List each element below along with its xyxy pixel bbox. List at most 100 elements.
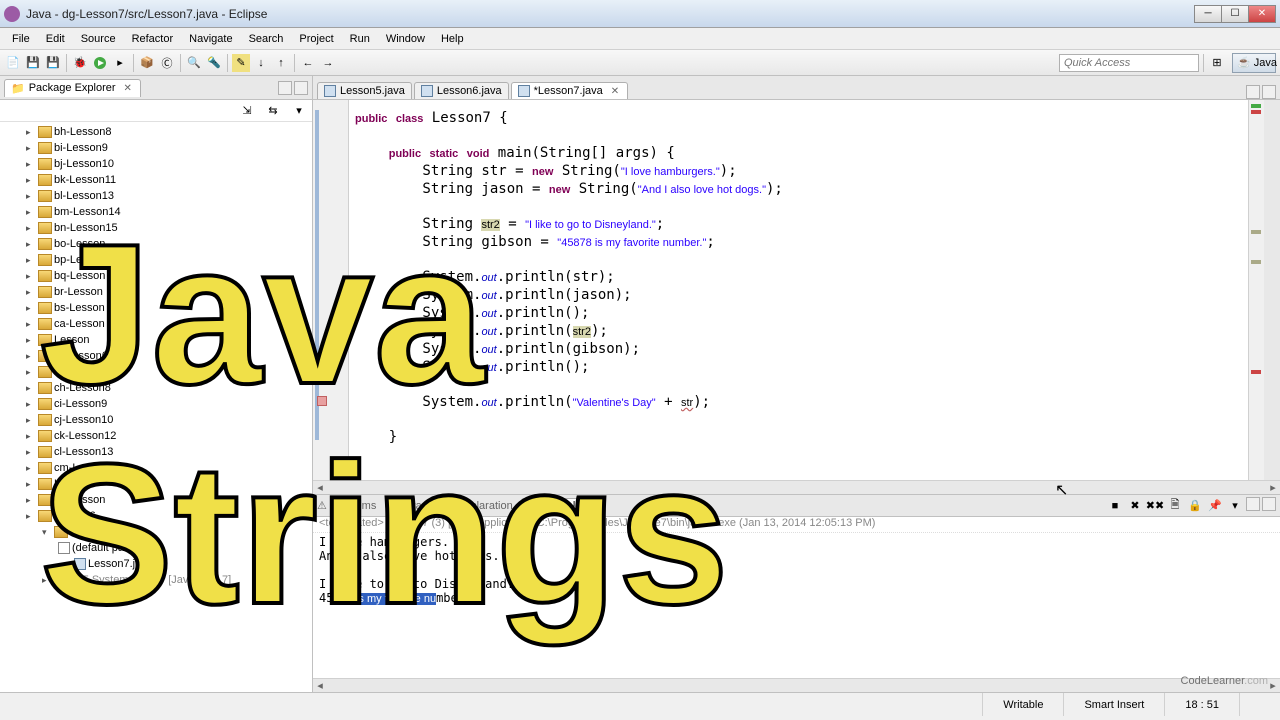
close-view-icon[interactable]: ✕ [124,83,134,94]
menu-project[interactable]: Project [291,31,341,47]
save-all-button[interactable]: 💾 [44,54,62,72]
run-last-button[interactable]: ▸ [111,54,129,72]
project-item[interactable]: Lesson [2,332,310,348]
code-editor[interactable]: public class Lesson7 { public static voi… [313,100,1280,480]
maximize-editor-button[interactable] [1262,85,1276,99]
editor-vscrollbar[interactable] [1264,100,1280,480]
run-button[interactable] [91,54,109,72]
package-item[interactable]: (default package) [2,540,310,556]
menu-search[interactable]: Search [241,31,292,47]
console-output[interactable]: I love hamburgers. And I also love hot d… [313,533,1280,678]
error-marker-icon[interactable] [317,396,327,406]
project-item[interactable]: bs-Lesson [2,300,310,316]
project-item[interactable]: bo-Lesson [2,236,310,252]
declaration-tab[interactable]: ◌Declaration [448,500,513,512]
project-item[interactable]: cm-Lesson [2,460,310,476]
java-file-item[interactable]: Lesson7.java [2,556,310,572]
menu-window[interactable]: Window [378,31,433,47]
console-tab[interactable]: ▣Console✕ [521,498,606,514]
src-folder[interactable]: src [2,524,310,540]
project-item[interactable]: Lesson [2,476,310,492]
package-explorer-title: Package Explorer [29,82,116,94]
project-item[interactable]: bh-Lesson8 [2,124,310,140]
project-item[interactable]: bm-Lesson14 [2,204,310,220]
menu-refactor[interactable]: Refactor [124,31,182,47]
package-explorer-tab[interactable]: 📁 Package Explorer ✕ [4,79,141,97]
open-type-button[interactable]: 🔍 [185,54,203,72]
maximize-console-button[interactable] [1262,497,1276,511]
package-tree[interactable]: bh-Lesson8 bi-Lesson9 bj-Lesson10 bk-Les… [0,122,312,692]
menu-source[interactable]: Source [73,31,124,47]
project-item[interactable]: bi-Lesson9 [2,140,310,156]
close-button[interactable]: ✕ [1248,5,1276,23]
save-button[interactable]: 💾 [24,54,42,72]
quick-access-input[interactable] [1059,54,1199,72]
pin-console-button[interactable]: 📌 [1206,497,1224,515]
project-item[interactable]: de-Lesson [2,492,310,508]
jre-library-item[interactable]: JRE System Library [JavaSE-1.7] [2,572,310,588]
project-item[interactable]: cf-Lesson6 [2,348,310,364]
remove-all-button[interactable]: ✖✖ [1146,497,1164,515]
overview-ruler[interactable] [1248,100,1264,480]
project-item[interactable]: Lesson6 [2,508,310,524]
project-item[interactable]: bn-Lesson15 [2,220,310,236]
problems-tab[interactable]: ⚠Problems [317,499,376,512]
new-class-button[interactable]: Ⓒ [158,54,176,72]
close-console-icon[interactable]: ✕ [588,501,598,512]
javadoc-tab[interactable]: @Javadoc [384,500,439,512]
maximize-button[interactable]: ☐ [1221,5,1249,23]
editor-tab-lesson7[interactable]: *Lesson7.java✕ [511,82,628,99]
next-annotation-button[interactable]: ↓ [252,54,270,72]
menu-help[interactable]: Help [433,31,472,47]
clear-console-button[interactable]: 🗎 [1166,497,1184,515]
menu-edit[interactable]: Edit [38,31,73,47]
back-button[interactable]: ← [299,54,317,72]
project-item[interactable]: bj-Lesson10 [2,156,310,172]
project-item[interactable]: cj-Lesson10 [2,412,310,428]
project-item[interactable]: ck-Lesson12 [2,428,310,444]
new-button[interactable]: 📄 [4,54,22,72]
menu-run[interactable]: Run [342,31,378,47]
collapse-all-button[interactable]: ⇲ [238,102,256,120]
project-item[interactable]: ch-Lesson8 [2,380,310,396]
project-item[interactable]: bl-Lesson13 [2,188,310,204]
java-perspective-button[interactable]: ☕ Java [1232,53,1276,73]
folder-icon [38,462,52,474]
editor-tab-lesson5[interactable]: Lesson5.java [317,82,412,99]
terminate-button[interactable]: ■ [1106,497,1124,515]
close-tab-icon[interactable]: ✕ [611,86,621,97]
project-item[interactable]: cl-Lesson13 [2,444,310,460]
forward-button[interactable]: → [319,54,337,72]
remove-launch-button[interactable]: ✖ [1126,497,1144,515]
minimize-console-button[interactable] [1246,497,1260,511]
menu-file[interactable]: File [4,31,38,47]
minimize-button[interactable]: ─ [1194,5,1222,23]
project-item[interactable]: cg-Lesson7 [2,364,310,380]
prev-annotation-button[interactable]: ↑ [272,54,290,72]
console-hscrollbar[interactable]: ◂▸ [313,678,1280,692]
menu-navigate[interactable]: Navigate [181,31,240,47]
view-menu-button[interactable]: ▾ [290,102,308,120]
project-item[interactable]: bk-Lesson11 [2,172,310,188]
editor-hscrollbar[interactable]: ◂▸ [313,480,1280,494]
problems-icon: ⚠ [317,499,327,512]
project-item[interactable]: ca-Lesson [2,316,310,332]
scroll-lock-button[interactable]: 🔒 [1186,497,1204,515]
project-item[interactable]: bp-Lesson [2,252,310,268]
editor-tab-lesson6[interactable]: Lesson6.java [414,82,509,99]
project-item[interactable]: br-Lesson [2,284,310,300]
project-item[interactable]: bq-Lesson [2,268,310,284]
code-text-area[interactable]: public class Lesson7 { public static voi… [349,100,1248,480]
project-item[interactable]: ci-Lesson9 [2,396,310,412]
minimize-view-button[interactable] [278,81,292,95]
debug-button[interactable]: 🐞 [71,54,89,72]
link-with-editor-button[interactable]: ⇆ [264,102,282,120]
search-button[interactable]: 🔦 [205,54,223,72]
toggle-mark-button[interactable]: ✎ [232,54,250,72]
new-package-button[interactable]: 📦 [138,54,156,72]
open-perspective-button[interactable]: ⊞ [1208,54,1226,72]
folder-icon [38,414,52,426]
maximize-view-button[interactable] [294,81,308,95]
minimize-editor-button[interactable] [1246,85,1260,99]
display-selected-button[interactable]: ▾ [1226,497,1244,515]
